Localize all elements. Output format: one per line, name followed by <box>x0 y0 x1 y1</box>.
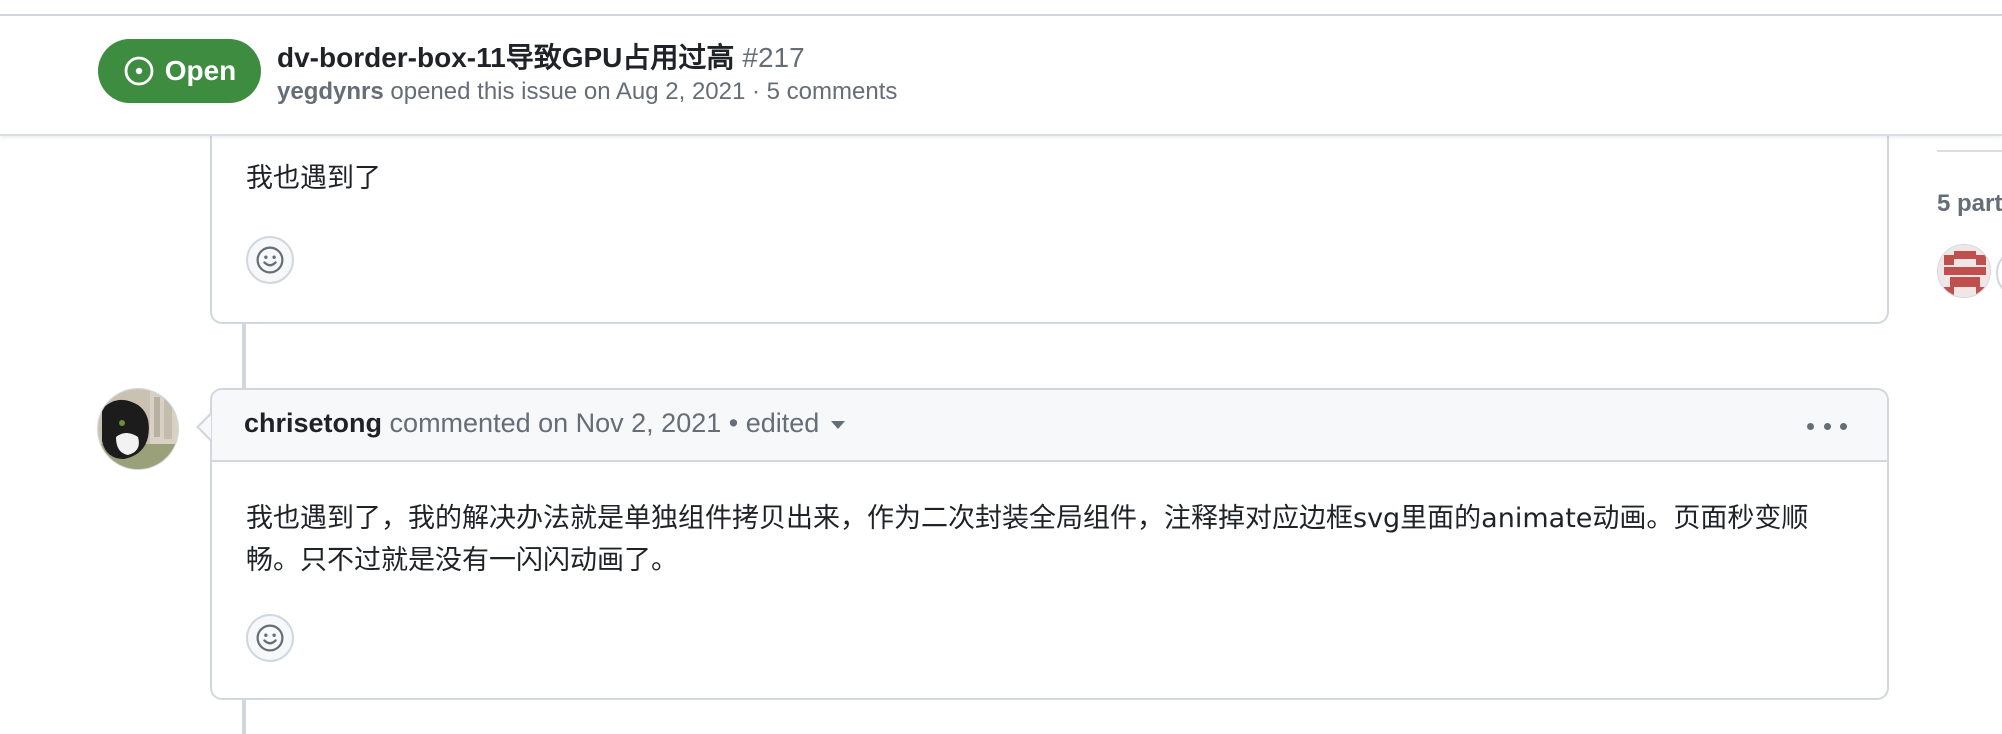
issue-opened-icon <box>124 56 154 86</box>
triangle-down-icon[interactable] <box>831 420 846 429</box>
issue-author-link[interactable]: yegdynrs <box>277 78 384 105</box>
comment-card: 我也遇到了 <box>210 110 1889 324</box>
smiley-icon <box>256 624 284 652</box>
issue-title: dv-border-box-11导致GPU占用过高 #217 <box>277 36 805 76</box>
kebab-horizontal-icon <box>1840 422 1847 430</box>
sidebar-divider <box>1937 150 2002 152</box>
issue-title-text: dv-border-box-11导致GPU占用过高 <box>277 42 735 73</box>
identicon <box>1938 245 1990 297</box>
comment-meta: chrisetong commented on Nov 2, 2021 • ed… <box>244 408 846 439</box>
comment-body: 我也遇到了 <box>246 163 381 194</box>
comment-author-link[interactable]: chrisetong <box>244 408 382 438</box>
comment-header: chrisetong commented on Nov 2, 2021 • ed… <box>212 390 1887 462</box>
issue-meta-text: opened this issue on Aug 2, 2021 · 5 com… <box>390 78 898 105</box>
comment-options-button[interactable] <box>1807 410 1847 442</box>
avatar[interactable] <box>97 388 179 470</box>
comment-body: 我也遇到了，我的解决办法就是单独组件拷贝出来，作为二次封装全局组件，注释掉对应边… <box>246 498 1856 582</box>
comment-body-line: 畅。只不过就是没有一闪闪动画了。 <box>246 545 678 576</box>
comment-pointer-fill <box>199 415 211 439</box>
participant-avatar[interactable] <box>1937 244 1991 298</box>
kebab-horizontal-icon <box>1807 422 1814 430</box>
smiley-icon <box>256 246 284 274</box>
add-reaction-button[interactable] <box>246 236 294 284</box>
issue-meta: yegdynrs opened this issue on Aug 2, 202… <box>277 78 897 106</box>
avatar-image <box>98 389 178 469</box>
comment-meta-text[interactable]: commented on Nov 2, 2021 • edited <box>390 408 820 438</box>
issue-state-badge: Open <box>98 39 261 103</box>
comment-body-line: 我也遇到了，我的解决办法就是单独组件拷贝出来，作为二次封装全局组件，注释掉对应边… <box>246 503 1809 534</box>
sticky-issue-header: Open dv-border-box-11导致GPU占用过高 #217 yegdy… <box>0 16 2002 136</box>
comment-card: chrisetong commented on Nov 2, 2021 • ed… <box>210 388 1889 700</box>
issue-number: #217 <box>742 42 805 73</box>
issue-state-label: Open <box>164 55 237 86</box>
kebab-horizontal-icon <box>1823 422 1831 430</box>
participants-heading: 5 parti <box>1937 190 2002 217</box>
add-reaction-button[interactable] <box>246 614 294 662</box>
participant-avatar[interactable] <box>1996 248 2002 298</box>
